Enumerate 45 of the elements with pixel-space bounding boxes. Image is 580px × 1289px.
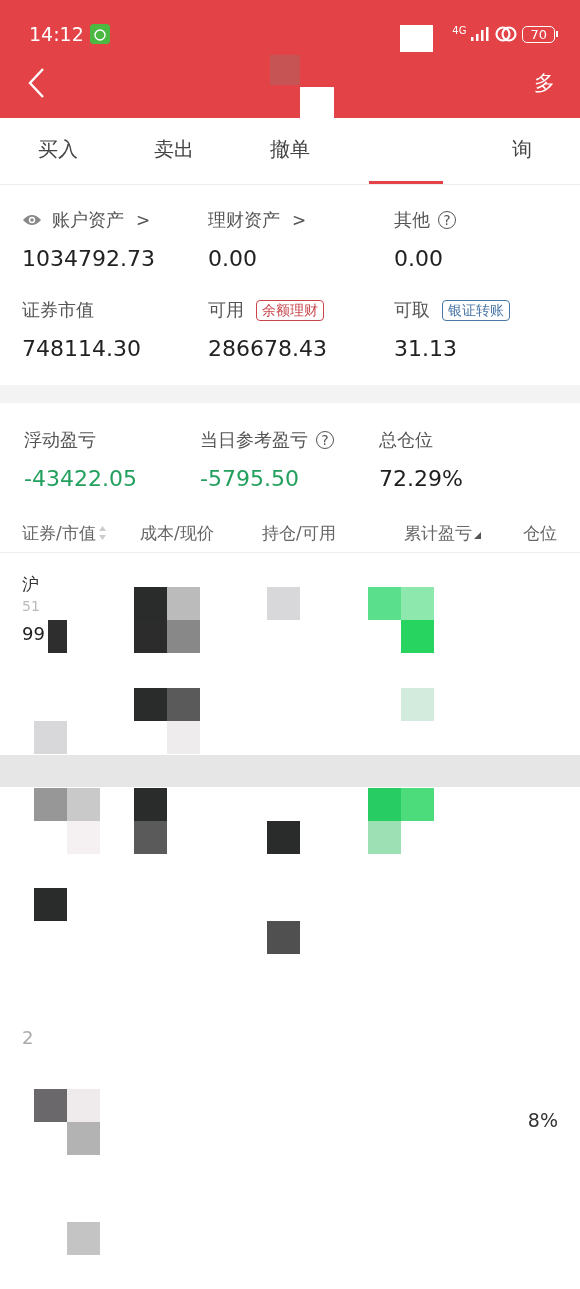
signal-icon xyxy=(470,26,491,42)
chevron[interactable]: > xyxy=(292,210,307,230)
tag-button[interactable]: 银证转账 xyxy=(442,299,510,321)
network-type: 4G xyxy=(452,25,467,36)
section-label: 当日参考盈亏 xyxy=(200,428,308,452)
column-header[interactable]: 成本/现价 xyxy=(140,521,214,545)
amount-value: 1034792.73 xyxy=(22,245,155,273)
security-name: 2 xyxy=(22,1027,34,1048)
status-time: 14:12 xyxy=(29,23,84,45)
chevron[interactable]: > xyxy=(136,210,151,230)
amount-value: 72.29% xyxy=(379,465,463,493)
section-label: 其他 xyxy=(394,208,430,232)
tab[interactable]: 买入 xyxy=(0,118,116,184)
amount-value: 286678.43 xyxy=(208,335,327,363)
column-header[interactable]: 累计盈亏 xyxy=(404,521,472,545)
column-header[interactable]: 持仓/可用 xyxy=(262,521,336,545)
more-link[interactable]: 多 xyxy=(534,69,555,97)
section-label: 总仓位 xyxy=(379,428,433,452)
section-label[interactable]: 理财资产 xyxy=(208,208,280,232)
tab[interactable]: 撤单 xyxy=(232,118,348,184)
eye-icon[interactable] xyxy=(22,213,42,227)
tab[interactable]: 询 xyxy=(464,118,580,184)
section-label: 证券市值 xyxy=(22,298,94,322)
column-header[interactable]: 仓位 xyxy=(523,521,557,545)
tab[interactable]: 卖出 xyxy=(116,118,232,184)
tag-button[interactable]: 余额理财 xyxy=(256,299,324,321)
section-label[interactable]: 账户资产 xyxy=(52,208,124,232)
section-label: 可取 xyxy=(394,298,430,322)
amount-value: 0.00 xyxy=(208,245,257,273)
market-value: 99 xyxy=(22,623,45,645)
amount-value: 748114.30 xyxy=(22,335,141,363)
amount-value: 31.13 xyxy=(394,335,457,363)
amount-value: -5795.50 xyxy=(200,465,299,493)
section-label: 浮动盈亏 xyxy=(24,428,96,452)
position-ratio: 8% xyxy=(527,1109,558,1131)
battery-icon: 70 xyxy=(522,25,558,43)
section-label: 可用 xyxy=(208,298,244,322)
link-icon xyxy=(494,25,519,43)
column-header[interactable]: 证券/市值 xyxy=(22,521,96,545)
app-notification-icon xyxy=(89,24,110,44)
amount-value: 0.00 xyxy=(394,245,443,273)
sort-icon[interactable] xyxy=(474,531,481,539)
security-code: 51 xyxy=(22,597,41,616)
amount-value: -43422.05 xyxy=(24,465,137,493)
security-name: 沪 xyxy=(22,573,40,595)
